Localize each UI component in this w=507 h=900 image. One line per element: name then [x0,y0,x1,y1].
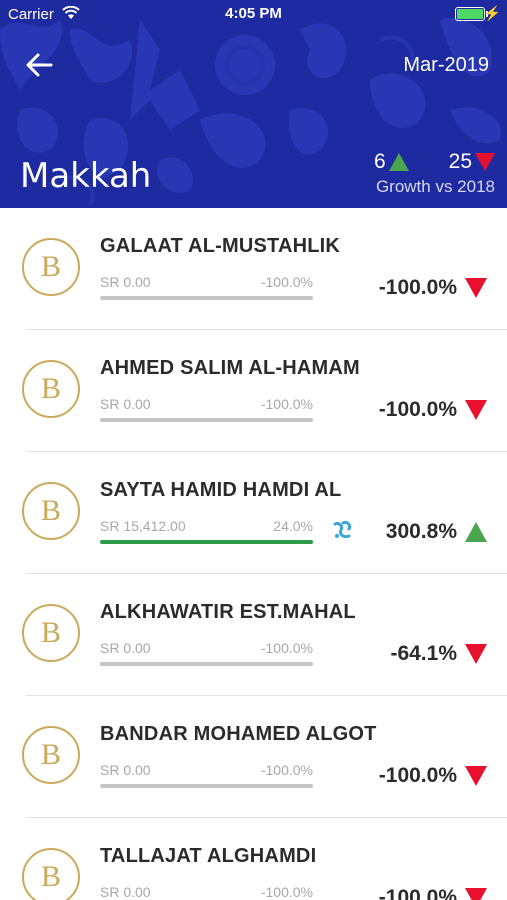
status-bar: Carrier 4:05 PM ⚡ [0,0,507,28]
growth-value: -100.0% [379,276,487,300]
growth-percent: -64.1% [390,642,457,665]
growth-percent: -100.0% [378,764,457,787]
progress-bar [100,418,313,422]
target-percent: -100.0% [260,274,313,290]
down-triangle-icon [465,400,487,420]
growth-percent: -100.0% [378,886,457,900]
status-time: 4:05 PM [225,5,282,22]
progress-bar [100,662,313,666]
target-percent: -100.0% [260,640,313,656]
growth-percent: -100.0% [378,276,457,299]
down-triangle-icon [465,888,487,900]
up-triangle-icon [388,153,409,171]
target-percent: -100.0% [260,884,313,900]
growth-value: 300.8% [386,520,487,544]
growth-up-count: 6 [374,150,386,173]
progress-bar [100,296,313,300]
store-logo-icon: B [22,604,80,662]
period-selector[interactable]: Mar-2019 [403,54,489,77]
list-item[interactable]: B ALKHAWATIR EST.MAHAL SR 0.00 -100.0% -… [0,574,507,696]
store-logo-icon: B [22,726,80,784]
down-triangle-icon [465,766,487,786]
growth-value: -64.1% [390,642,487,666]
growth-down-count: 25 [448,150,472,173]
progress-bar [100,784,313,788]
growth-value: -100.0% [379,398,487,422]
progress-fill [100,540,313,544]
store-logo-icon: B [22,238,80,296]
target-percent: -100.0% [260,762,313,778]
growth-value: -100.0% [379,764,487,788]
growth-percent: 300.8% [385,520,457,543]
back-arrow-icon[interactable] [24,50,54,80]
store-name: TALLAJAT ALGHAMDI [100,845,317,867]
list-item[interactable]: B SAYTA HAMID HAMDI AL SR 15,412.00 24.0… [0,452,507,574]
list-item[interactable]: B TALLAJAT ALGHAMDI SR 0.00 -100.0% -100… [0,818,507,900]
store-logo-icon: B [22,848,80,900]
growth-down-stat: 25 [449,150,495,174]
growth-comparison-label: Growth vs 2018 [375,177,495,196]
store-name: AHMED SALIM AL-HAMAM [100,357,360,379]
list-item[interactable]: B BANDAR MOHAMED ALGOT SR 0.00 -100.0% -… [0,696,507,818]
list-item[interactable]: B AHMED SALIM AL-HAMAM SR 0.00 -100.0% -… [0,330,507,452]
store-logo-icon: B [22,482,80,540]
down-triangle-icon [465,278,487,298]
partner-badge-icon [333,521,351,538]
list-item[interactable]: B GALAAT AL-MUSTAHLIK SR 0.00 -100.0% -1… [0,208,507,330]
up-triangle-icon [465,522,487,542]
progress-bar [100,540,313,544]
charging-icon: ⚡ [483,5,501,21]
battery-icon [455,7,485,21]
store-logo-icon: B [22,360,80,418]
down-triangle-icon [475,153,495,171]
page-title: Makkah [20,156,152,196]
header: Carrier 4:05 PM ⚡ Mar-2019 Makkah 6 25 G… [0,0,507,208]
down-triangle-icon [465,644,487,664]
store-list: B GALAAT AL-MUSTAHLIK SR 0.00 -100.0% -1… [0,208,507,900]
store-name: ALKHAWATIR EST.MAHAL [100,601,356,623]
growth-percent: -100.0% [378,398,457,421]
growth-value: -100.0% [379,886,487,900]
growth-up-stat: 6 [374,150,409,174]
store-name: GALAAT AL-MUSTAHLIK [100,235,341,257]
store-name: SAYTA HAMID HAMDI AL [100,479,342,501]
target-percent: -100.0% [260,396,313,412]
store-name: BANDAR MOHAMED ALGOT [100,723,377,745]
target-percent: 24.0% [273,518,313,534]
